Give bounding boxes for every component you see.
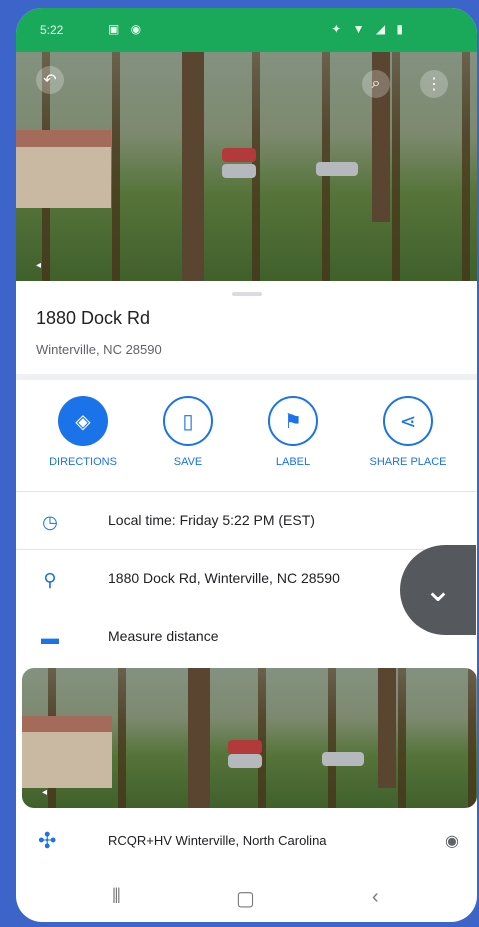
measure-distance-text: Measure distance bbox=[108, 628, 219, 644]
tree-trunk bbox=[182, 52, 204, 281]
car-image bbox=[316, 162, 358, 176]
place-subtitle: Winterville, NC 28590 bbox=[36, 342, 162, 357]
tree-trunk bbox=[188, 668, 210, 808]
street-view-thumbnail[interactable]: ◂ bbox=[22, 668, 477, 808]
street-view-photo[interactable]: ↶ ⌕ ⋮ ◂ bbox=[16, 52, 477, 281]
photo-tag: ◂ bbox=[42, 787, 48, 798]
car-image bbox=[322, 752, 364, 766]
notification-icons: ▣ ◉ bbox=[108, 22, 146, 36]
system-status-icons: ✦ ▼ ◢ ▮ bbox=[331, 22, 407, 36]
directions-button[interactable]: ◈ DIRECTIONS bbox=[28, 396, 138, 468]
label-button[interactable]: ⚑ LABEL bbox=[238, 396, 348, 468]
back-icon[interactable]: ‹ bbox=[372, 886, 379, 909]
divider bbox=[16, 374, 477, 380]
car-image bbox=[228, 740, 262, 754]
audio-icon[interactable]: ◉ bbox=[445, 831, 459, 851]
android-nav-bar: ⦀ ▢ ‹ bbox=[16, 876, 477, 922]
car-image bbox=[222, 148, 256, 162]
share-icon: ⋖ bbox=[383, 396, 433, 446]
back-arrow-icon[interactable]: ↶ bbox=[36, 66, 64, 94]
plus-code-icon: ✣ bbox=[38, 828, 57, 853]
plus-code-text: RCQR+HV Winterville, North Carolina bbox=[108, 833, 327, 848]
action-bar: ◈ DIRECTIONS ▯ SAVE ⚑ LABEL ⋖ SHARE PLAC… bbox=[16, 396, 477, 476]
more-options-icon[interactable]: ⋮ bbox=[420, 70, 448, 98]
status-time: 5:22 bbox=[40, 23, 64, 37]
search-icon[interactable]: ⌕ bbox=[362, 70, 390, 98]
label-label: LABEL bbox=[275, 456, 311, 468]
local-time-text: Local time: Friday 5:22 PM (EST) bbox=[108, 512, 315, 528]
save-label: SAVE bbox=[173, 456, 203, 468]
address-text: 1880 Dock Rd, Winterville, NC 28590 bbox=[108, 570, 340, 586]
share-place-button[interactable]: ⋖ SHARE PLACE bbox=[353, 396, 463, 468]
car-image bbox=[228, 754, 262, 768]
share-label: SHARE PLACE bbox=[369, 456, 447, 468]
divider bbox=[16, 549, 477, 550]
chevron-down-icon: ⌄ bbox=[423, 571, 453, 609]
directions-label: DIRECTIONS bbox=[49, 456, 117, 468]
bookmark-icon: ▯ bbox=[163, 396, 213, 446]
home-icon[interactable]: ▢ bbox=[236, 886, 255, 911]
measure-distance-row[interactable]: ▬ Measure distance bbox=[16, 612, 477, 662]
place-title: 1880 Dock Rd bbox=[36, 308, 151, 328]
save-button[interactable]: ▯ SAVE bbox=[133, 396, 243, 468]
house-image bbox=[22, 716, 112, 788]
local-time-row[interactable]: ◷ Local time: Friday 5:22 PM (EST) bbox=[16, 496, 477, 546]
house-image bbox=[16, 130, 111, 208]
photo-tag: ◂ bbox=[36, 260, 42, 271]
divider bbox=[16, 491, 477, 492]
ruler-icon: ▬ bbox=[41, 627, 59, 648]
status-bar: 5:22 ▣ ◉ ✦ ▼ ◢ ▮ bbox=[16, 8, 477, 52]
directions-icon: ◈ bbox=[58, 396, 108, 446]
recents-icon[interactable]: ⦀ bbox=[112, 886, 121, 909]
location-pin-icon: ⚲ bbox=[43, 569, 57, 590]
phone-screen: 5:22 ▣ ◉ ✦ ▼ ◢ ▮ ↶ ⌕ ⋮ ◂ 1880 Dock Rd Wi… bbox=[16, 8, 477, 922]
tree-trunk bbox=[378, 668, 396, 788]
plus-code-row[interactable]: ✣ RCQR+HV Winterville, North Carolina ◉ bbox=[16, 816, 477, 866]
sheet-drag-handle[interactable] bbox=[232, 292, 262, 296]
clock-icon: ◷ bbox=[42, 511, 58, 532]
car-image bbox=[222, 164, 256, 178]
flag-icon: ⚑ bbox=[268, 396, 318, 446]
